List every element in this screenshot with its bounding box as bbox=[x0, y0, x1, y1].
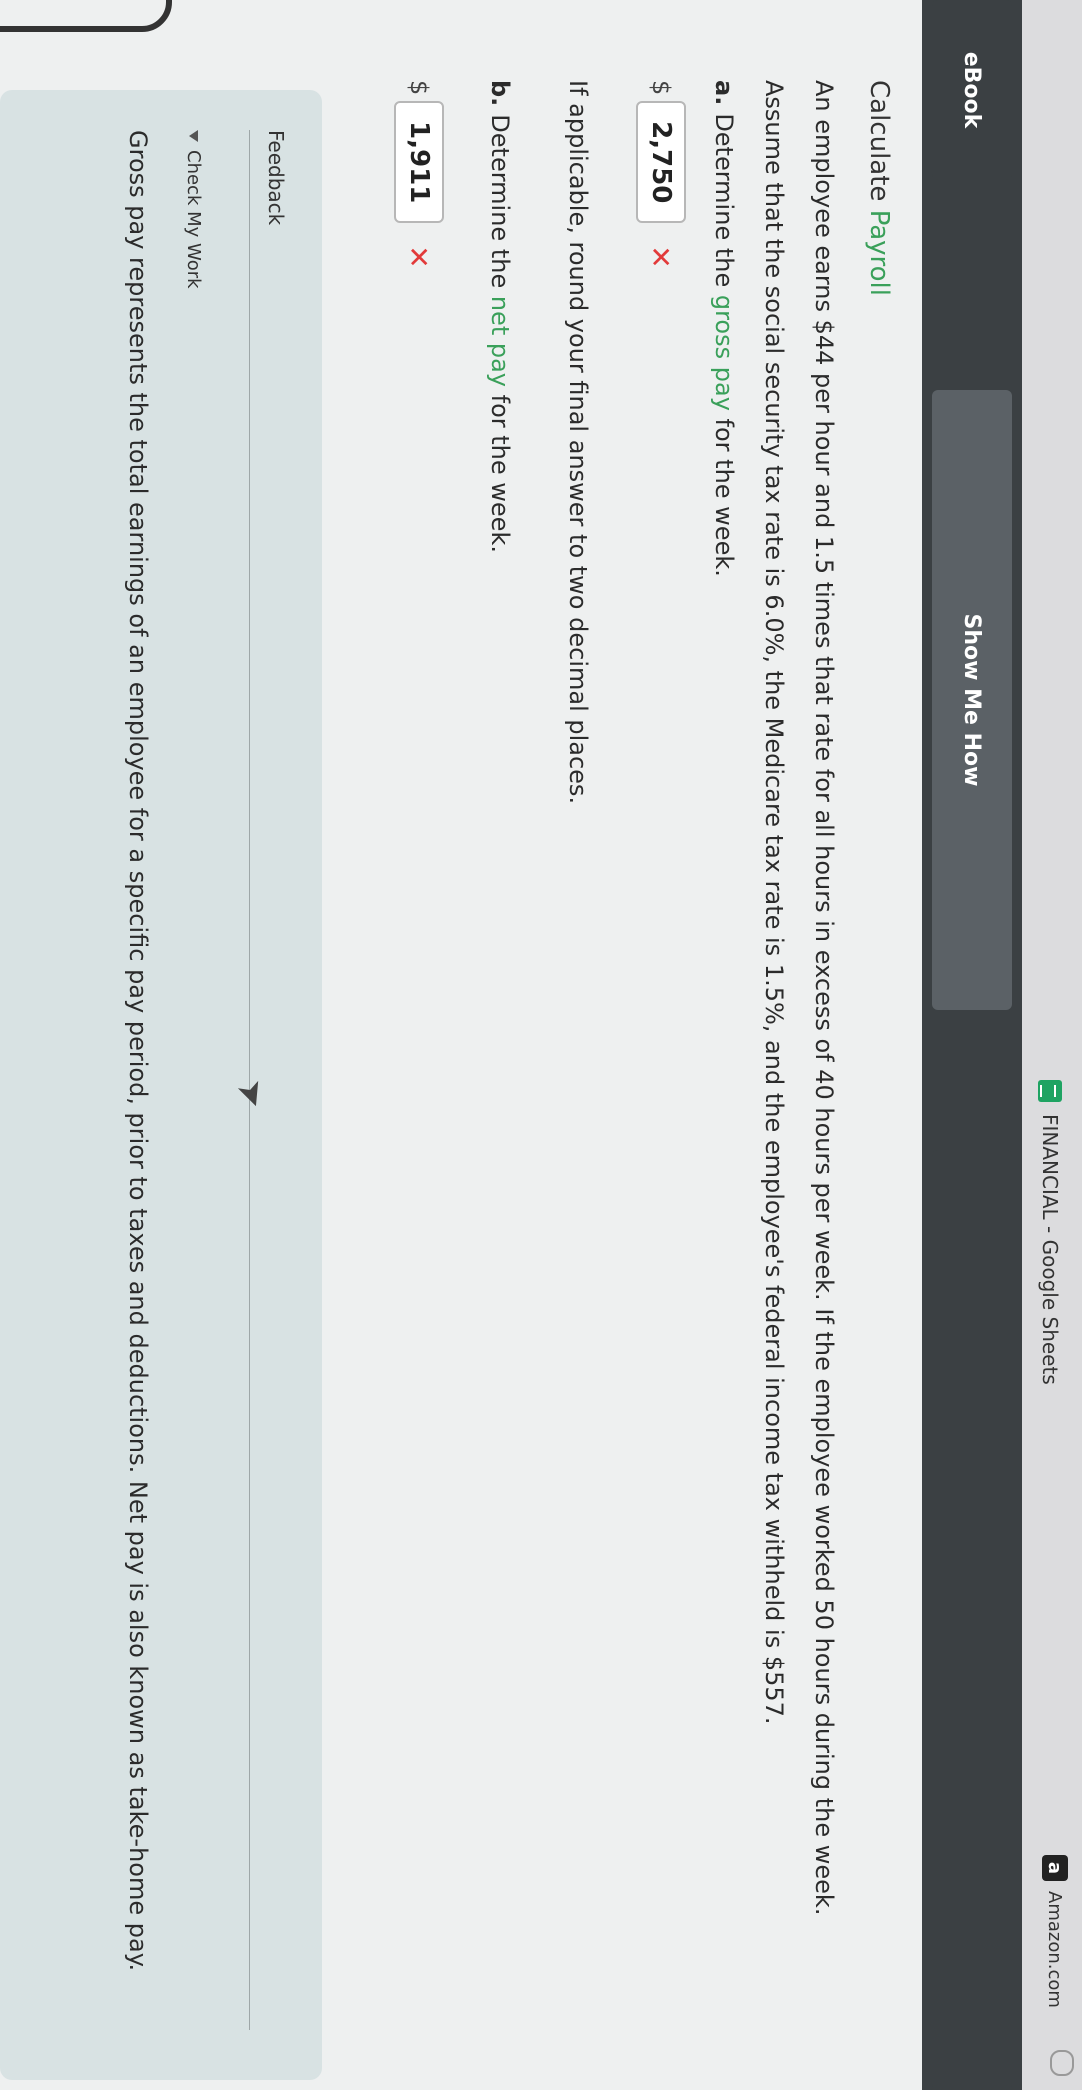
incorrect-icon: ✕ bbox=[402, 245, 436, 269]
answer-b-input[interactable]: 1,911 bbox=[394, 101, 444, 224]
triangle-down-icon bbox=[189, 130, 198, 142]
bookmark-amazon[interactable]: a Amazon.com bbox=[1042, 1855, 1068, 2008]
currency-symbol: $ bbox=[647, 80, 675, 96]
bookmark-label: Amazon.com bbox=[1044, 1891, 1066, 2008]
tab-show-me-how[interactable]: Show Me How bbox=[932, 390, 1012, 1010]
answer-a-input[interactable]: 2,750 bbox=[636, 101, 686, 224]
screen: FINANCIAL - Google Sheets a Amazon.com e… bbox=[0, 0, 1082, 2090]
feedback-panel: Feedback Check My Work Gross pay represe… bbox=[0, 90, 322, 2080]
question-b: b.Determine the net pay for the week. bbox=[486, 80, 514, 553]
problem-statement-1: An employee earns $44 per hour and 1.5 t… bbox=[810, 80, 838, 1916]
check-my-work-toggle[interactable]: Check My Work bbox=[183, 130, 204, 289]
net-pay-link[interactable]: net pay bbox=[486, 296, 514, 387]
question-a: a.Determine the gross pay for the week. bbox=[710, 80, 738, 577]
problem-content: Calculate Payroll An employee earns $44 … bbox=[0, 0, 922, 2090]
answer-a-row: $ 2,750 ✕ bbox=[636, 80, 686, 269]
incorrect-icon: ✕ bbox=[644, 245, 678, 269]
browser-chrome: FINANCIAL - Google Sheets a Amazon.com bbox=[1021, 0, 1082, 2090]
amazon-icon: a bbox=[1042, 1855, 1068, 1881]
payroll-link[interactable]: Payroll bbox=[864, 210, 894, 296]
window-control-icon[interactable] bbox=[1050, 2050, 1074, 2076]
problem-title: Calculate Payroll bbox=[864, 80, 894, 297]
rounding-note: If applicable, round your final answer t… bbox=[564, 80, 592, 805]
feedback-text: Gross pay represents the total earnings … bbox=[124, 130, 152, 1972]
tab-blank bbox=[932, 1150, 1012, 2090]
tab-ebook[interactable]: eBook bbox=[932, 0, 1012, 180]
feedback-title: Feedback bbox=[264, 130, 288, 226]
currency-symbol: $ bbox=[405, 80, 433, 96]
assignment-tabs: eBook Show Me How bbox=[922, 0, 1022, 2090]
device-edge bbox=[0, 0, 172, 32]
gross-pay-link[interactable]: gross pay bbox=[710, 295, 738, 411]
google-sheets-icon bbox=[1038, 1080, 1062, 1102]
browser-tab-title: FINANCIAL - Google Sheets bbox=[1038, 1114, 1062, 1385]
problem-statement-2: Assume that the social security tax rate… bbox=[760, 80, 788, 1725]
answer-b-row: $ 1,911 ✕ bbox=[394, 80, 444, 269]
